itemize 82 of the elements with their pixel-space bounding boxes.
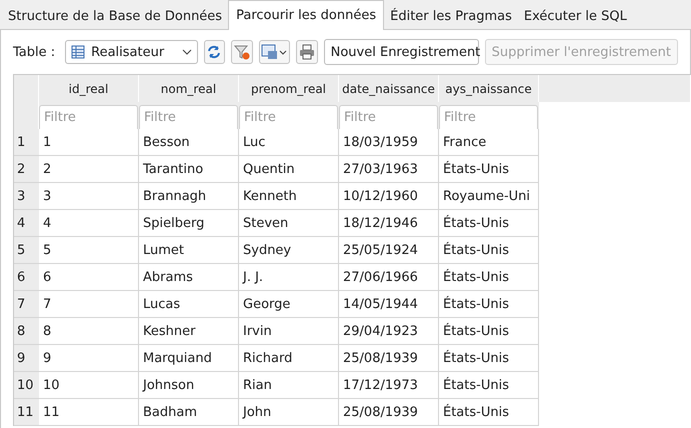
table-cell: Steven xyxy=(239,210,339,237)
row-number[interactable]: 10 xyxy=(14,372,39,399)
filter-field[interactable]: Filtre xyxy=(139,105,238,129)
row-number[interactable]: 1 xyxy=(14,129,39,156)
tab[interactable]: Parcourir les données xyxy=(228,0,384,30)
column-header[interactable]: nom_real xyxy=(139,75,239,102)
table-cell: Quentin xyxy=(239,156,339,183)
filter-field[interactable]: Filtre xyxy=(339,105,438,129)
row-number[interactable]: 6 xyxy=(14,264,39,291)
table-cell: Abrams xyxy=(139,264,239,291)
clear-filters-button[interactable] xyxy=(231,40,254,64)
table-cell: 29/04/1923 xyxy=(339,318,439,345)
row-number[interactable]: 11 xyxy=(14,399,39,426)
filter-field[interactable]: Filtre xyxy=(439,105,538,129)
table-cell: 10/12/1960 xyxy=(339,183,439,210)
column-header[interactable]: prenom_real xyxy=(239,75,339,102)
table-cell: Rian xyxy=(239,372,339,399)
table-cell: Richard xyxy=(239,345,339,372)
table-cell: 7 xyxy=(39,291,139,318)
row-number[interactable]: 3 xyxy=(14,183,39,210)
table-cell: Lumet xyxy=(139,237,239,264)
table-cell: Irvin xyxy=(239,318,339,345)
refresh-icon xyxy=(206,44,222,60)
filter-field[interactable]: Filtre xyxy=(239,105,338,129)
table-cell: 5 xyxy=(39,237,139,264)
table-cell: 1 xyxy=(39,129,139,156)
table-cell: J. J. xyxy=(239,264,339,291)
table-cell: Luc xyxy=(239,129,339,156)
table-cell: Keshner xyxy=(139,318,239,345)
table-cell: John xyxy=(239,399,339,426)
table-cell: 25/08/1939 xyxy=(339,345,439,372)
caret-icon xyxy=(182,49,192,55)
row-number[interactable]: 4 xyxy=(14,210,39,237)
table-cell: Kenneth xyxy=(239,183,339,210)
table-cell: 27/03/1963 xyxy=(339,156,439,183)
table-cell: 17/12/1973 xyxy=(339,372,439,399)
refresh-button[interactable] xyxy=(204,40,226,64)
new-record-button[interactable]: Nouvel Enregistrement xyxy=(324,39,479,65)
save-menu-button[interactable] xyxy=(259,40,290,64)
filter-icon xyxy=(234,44,250,60)
filter-field[interactable]: Filtre xyxy=(39,105,138,129)
tab[interactable]: Éditer les Pragmas xyxy=(384,3,518,29)
table-cell: Sydney xyxy=(239,237,339,264)
table-cell: 14/05/1944 xyxy=(339,291,439,318)
row-number[interactable]: 7 xyxy=(14,291,39,318)
row-number[interactable]: 2 xyxy=(14,156,39,183)
table-cell: 18/03/1959 xyxy=(339,129,439,156)
table-icon xyxy=(71,45,86,59)
table-save-icon xyxy=(261,44,288,60)
printer-icon xyxy=(298,44,315,60)
table-cell: Besson xyxy=(139,129,239,156)
column-header[interactable]: date_naissance xyxy=(339,75,439,102)
table-cell: 6 xyxy=(39,264,139,291)
table-cell: 25/08/1939 xyxy=(339,399,439,426)
tab[interactable]: Exécuter le SQL xyxy=(518,3,633,29)
row-number[interactable]: 9 xyxy=(14,345,39,372)
table-cell: Badham xyxy=(139,399,239,426)
table-dropdown[interactable]: Realisateur xyxy=(65,40,198,64)
table-cell: 3 xyxy=(39,183,139,210)
table-cell: 8 xyxy=(39,318,139,345)
table-cell: Spielberg xyxy=(139,210,239,237)
row-number[interactable]: 8 xyxy=(14,318,39,345)
tab[interactable]: Structure de la Base de Données xyxy=(2,3,228,29)
table-cell: George xyxy=(239,291,339,318)
table-cell: Brannagh xyxy=(139,183,239,210)
table-cell: 25/05/1924 xyxy=(339,237,439,264)
table-cell: 27/06/1966 xyxy=(339,264,439,291)
table-cell: 9 xyxy=(39,345,139,372)
column-header[interactable]: ays_naissance xyxy=(439,75,539,102)
table-cell: 10 xyxy=(39,372,139,399)
table-cell: Marquiand xyxy=(139,345,239,372)
column-header[interactable]: id_real xyxy=(39,75,139,102)
table-cell: 2 xyxy=(39,156,139,183)
table-cell: 18/12/1946 xyxy=(339,210,439,237)
row-number[interactable]: 5 xyxy=(14,237,39,264)
table-cell: Lucas xyxy=(139,291,239,318)
table-cell: Tarantino xyxy=(139,156,239,183)
table-label: Table : xyxy=(13,44,56,60)
table-cell: 11 xyxy=(39,399,139,426)
table-cell: Johnson xyxy=(139,372,239,399)
print-button[interactable] xyxy=(296,40,318,64)
table-cell: 4 xyxy=(39,210,139,237)
